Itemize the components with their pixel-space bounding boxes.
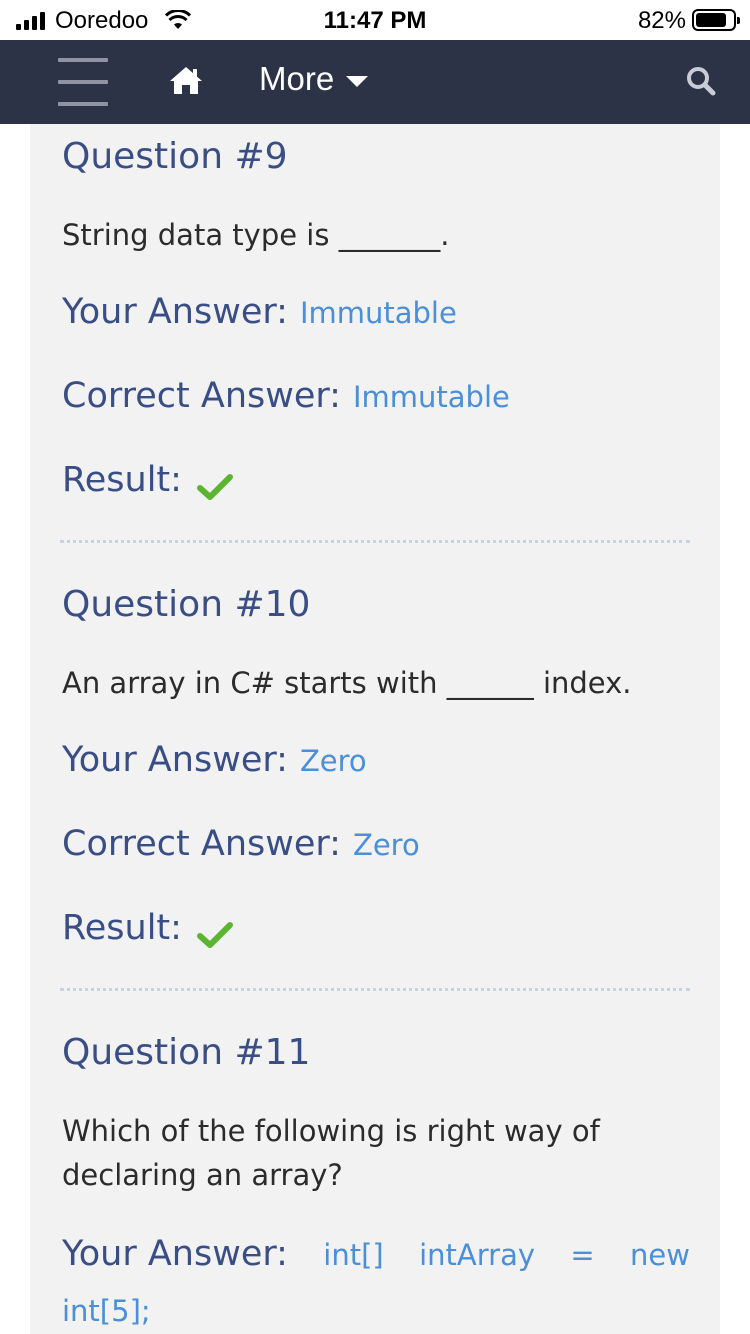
home-icon[interactable]	[168, 64, 204, 96]
your-answer-row: Your Answer: Zero	[62, 740, 367, 780]
result-row: Result:	[62, 460, 234, 501]
result-label: Result:	[62, 460, 182, 500]
your-answer-line: Your Answer: int[] intArray = new	[62, 1226, 690, 1283]
your-answer-value: Zero	[299, 744, 367, 778]
search-icon[interactable]	[686, 66, 716, 96]
answer-token: =	[570, 1238, 595, 1272]
question-divider	[60, 988, 690, 991]
your-answer-label: Your Answer:	[62, 1234, 288, 1274]
caret-down-icon	[346, 75, 369, 87]
more-menu-button[interactable]: More	[259, 60, 369, 98]
your-answer-label: Your Answer:	[62, 740, 288, 780]
status-bar: Ooredoo 11:47 PM 82%	[0, 0, 750, 40]
correct-answer-row: Correct Answer: Zero	[62, 824, 420, 864]
top-navbar: More	[0, 40, 750, 124]
answer-token: intArray	[419, 1238, 536, 1272]
question-text: An array in C# starts with ______ index.	[62, 666, 632, 700]
question-title: Question #10	[62, 584, 311, 625]
check-icon	[197, 921, 234, 948]
result-row: Result:	[62, 908, 234, 949]
your-answer-label: Your Answer:	[62, 292, 288, 332]
correct-answer-label: Correct Answer:	[62, 824, 341, 864]
correct-answer-value: Zero	[352, 828, 420, 862]
check-icon	[197, 473, 234, 500]
correct-answer-row: Correct Answer: Immutable	[62, 376, 510, 416]
result-label: Result:	[62, 908, 182, 948]
question-text: String data type is _______.	[62, 218, 450, 252]
your-answer-value: Immutable	[299, 296, 457, 330]
battery-nub	[737, 17, 740, 24]
quiz-results-panel: Question #9 String data type is _______.…	[30, 124, 720, 1334]
your-answer-row: Your Answer: int[] intArray = new int[5]…	[62, 1226, 690, 1334]
your-answer-line: int[5];	[62, 1283, 690, 1334]
battery-fill	[696, 13, 726, 27]
more-label: More	[259, 60, 335, 97]
answer-token: new	[630, 1238, 690, 1272]
battery-icon	[692, 9, 740, 31]
answer-token: int[5];	[62, 1294, 151, 1328]
answer-token: int[]	[323, 1238, 384, 1272]
question-divider	[60, 540, 690, 543]
battery-percent: 82%	[637, 7, 686, 34]
your-answer-row: Your Answer: Immutable	[62, 292, 457, 332]
question-title: Question #11	[62, 1032, 311, 1073]
correct-answer-value: Immutable	[352, 380, 510, 414]
question-title: Question #9	[62, 136, 288, 177]
correct-answer-label: Correct Answer:	[62, 376, 341, 416]
hamburger-icon[interactable]	[58, 58, 108, 106]
question-text: Which of the following is right way of d…	[62, 1114, 600, 1192]
